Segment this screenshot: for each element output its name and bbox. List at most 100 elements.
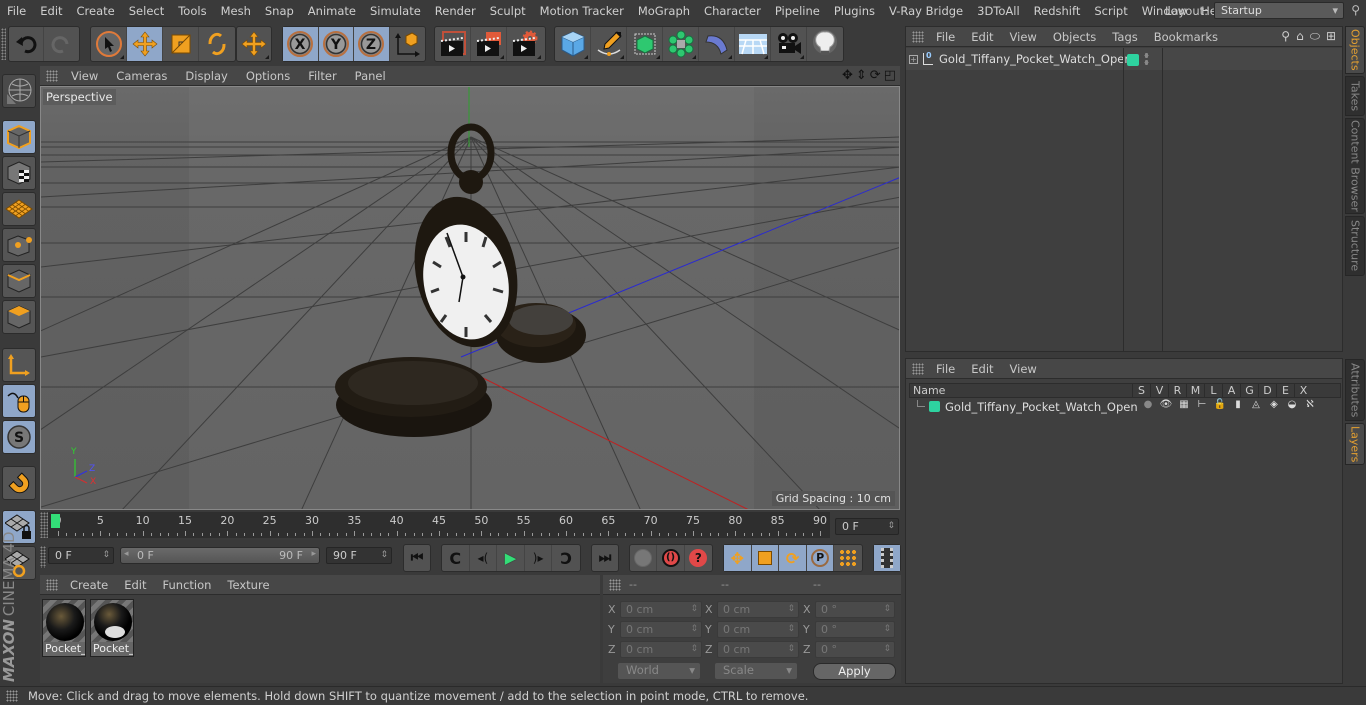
size-y-field[interactable]: 0 cm [717,621,799,638]
menu-pipeline[interactable]: Pipeline [768,4,827,18]
menu-mograph[interactable]: MoGraph [631,4,697,18]
status-grip[interactable] [6,690,18,702]
apply-button[interactable]: Apply [813,663,896,680]
search-objects-icon[interactable]: ⚲ [1281,29,1290,44]
rotate-view-icon[interactable]: ⟳ [870,68,881,83]
range-right-arrow-icon[interactable]: ▸ [311,549,316,559]
tab-content-browser[interactable]: Content Browser [1345,118,1365,214]
render-settings-button[interactable] [507,27,543,61]
go-to-start-button[interactable]: ⏮ [404,545,430,571]
menu-sculpt[interactable]: Sculpt [483,4,533,18]
previous-frame-button[interactable]: ◂( [470,545,498,571]
eye-icon[interactable]: ⬭ [1310,29,1320,44]
previous-key-button[interactable]: C [442,545,470,571]
menu-simulate[interactable]: Simulate [363,4,428,18]
coordinate-system-button[interactable] [390,27,425,61]
material-swatch[interactable]: Pocket_W [90,599,134,657]
size-z-field[interactable]: 0 cm [717,641,799,658]
tab-objects[interactable]: Objects [1345,26,1365,74]
rotate-button[interactable] [199,27,235,61]
y-axis-button[interactable]: Y [318,27,354,61]
menu-3dtoall[interactable]: 3DToAll [970,4,1027,18]
bend-deformer-button[interactable] [699,27,735,61]
edges-mode-button[interactable] [2,264,36,298]
key-parameter-button[interactable]: P [806,545,835,571]
cloner-button[interactable] [663,27,699,61]
object-row[interactable]: + 0 Gold_Tiffany_Pocket_Watch_Open [906,48,1342,70]
column-e[interactable]: E [1276,384,1294,397]
search-icon[interactable]: ⚲ [1351,3,1360,17]
key-position-button[interactable]: ✥ [724,545,752,571]
expressions-icon[interactable]: ◒ [1283,399,1301,410]
3d-viewport[interactable]: Perspective Y Z X Grid Spacing : 10 cm [40,86,900,510]
end-frame-field[interactable]: 90 F [326,547,392,564]
viewport-menu-display[interactable]: Display [176,69,236,83]
redo-button[interactable] [44,27,79,61]
polygons-mode-button[interactable] [2,300,36,334]
pen-spline-button[interactable] [591,27,627,61]
expand-icon[interactable]: + [909,54,918,64]
pos-z-field[interactable]: 0 cm [620,641,702,658]
texture-mode-button[interactable] [2,156,36,190]
generators-icon[interactable]: ◬ [1247,399,1265,410]
viewport-menu-view[interactable]: View [62,69,107,83]
column-a[interactable]: A [1222,384,1240,397]
lock-icon[interactable]: 🔓 [1211,399,1229,410]
cube-button[interactable] [555,27,591,61]
play-button[interactable]: ▶ [497,545,525,571]
column-g[interactable]: G [1240,384,1258,397]
viewport-menu-options[interactable]: Options [237,69,299,83]
object-menu-tags[interactable]: Tags [1104,30,1145,44]
pos-x-field[interactable]: 0 cm [620,601,702,618]
layer-menu-file[interactable]: File [928,362,963,376]
object-grip[interactable] [912,30,924,43]
deformers-icon[interactable]: ◈ [1265,399,1283,410]
manager-icon[interactable]: ⊢ [1193,399,1211,410]
column-r[interactable]: R [1168,384,1186,397]
snap-button[interactable]: S [2,420,36,454]
layer-menu-edit[interactable]: Edit [963,362,1001,376]
camera-button[interactable] [771,27,807,61]
timeline-ruler[interactable]: 051015202530354045505560657075808590 [48,512,830,538]
viewport-menu-cameras[interactable]: Cameras [107,69,176,83]
transform-button[interactable] [237,27,271,61]
column-m[interactable]: M [1186,384,1204,397]
viewport-menu-filter[interactable]: Filter [299,69,345,83]
visibility-dots-icon[interactable] [1144,52,1149,66]
menu-vray-bridge[interactable]: V-Ray Bridge [882,4,970,18]
layer-grip[interactable] [912,362,924,375]
toolbar-grip[interactable] [1,28,6,60]
render-icon[interactable]: ▦ [1175,399,1193,410]
toggle-view-icon[interactable]: ◰ [884,68,896,83]
animation-icon[interactable]: ▮ [1229,399,1247,410]
rot-x-field[interactable]: 0 ° [815,601,895,618]
object-menu-bookmarks[interactable]: Bookmarks [1146,30,1226,44]
light-button[interactable] [807,27,843,61]
floor-button[interactable] [735,27,771,61]
size-x-field[interactable]: 0 cm [717,601,799,618]
subdivision-button[interactable] [627,27,663,61]
home-icon[interactable]: ⌂ [1296,29,1304,44]
material-menu-texture[interactable]: Texture [219,578,277,592]
solo-icon[interactable]: ● [1139,399,1157,410]
render-picture-viewer-button[interactable] [471,27,507,61]
menu-mesh[interactable]: Mesh [214,4,258,18]
column-l[interactable]: L [1204,384,1222,397]
column-x[interactable]: X [1294,384,1312,397]
menu-snap[interactable]: Snap [258,4,301,18]
tab-structure[interactable]: Structure [1345,216,1365,276]
timeline-window-button[interactable] [874,545,900,571]
size-mode-dropdown[interactable]: Scale [715,663,797,679]
rot-z-field[interactable]: 0 ° [815,641,895,658]
menu-create[interactable]: Create [70,4,122,18]
model-mode-button[interactable] [2,120,36,154]
autokey-button[interactable]: () [657,545,685,571]
make-editable-button[interactable] [2,74,36,108]
material-menu-function[interactable]: Function [155,578,220,592]
timeline-grip[interactable] [40,512,48,538]
magnet-button[interactable] [2,466,36,500]
tab-layers[interactable]: Layers [1345,423,1365,465]
column-d[interactable]: D [1258,384,1276,397]
object-menu-file[interactable]: File [928,30,963,44]
object-menu-edit[interactable]: Edit [963,30,1001,44]
